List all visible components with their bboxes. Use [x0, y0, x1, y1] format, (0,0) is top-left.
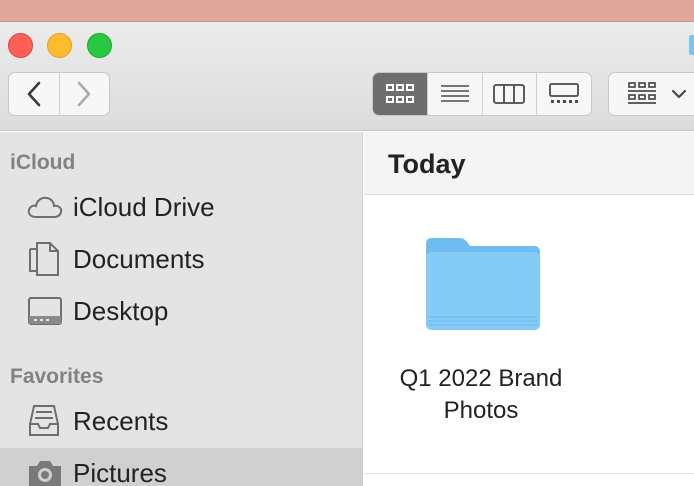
list-icon [440, 85, 469, 102]
folder-name: Q1 2022 Brand Photos [388, 363, 574, 427]
cut-off-toolbar-icon [689, 35, 694, 55]
sidebar: iCloud iCloud Drive Documents Desktop Fa… [0, 132, 363, 486]
sidebar-item-desktop[interactable]: Desktop [0, 286, 362, 336]
sidebar-item-label: Documents [73, 243, 205, 274]
sidebar-item-label: Recents [73, 405, 169, 436]
column-view-button[interactable] [481, 73, 537, 115]
group-by-button[interactable] [608, 72, 694, 116]
folder-name-line: Photos [443, 397, 519, 424]
sidebar-item-label: Pictures [73, 457, 167, 486]
chevron-down-icon [671, 89, 687, 99]
minimize-window-button[interactable] [47, 33, 72, 58]
divider [364, 473, 694, 474]
gallery-icon [549, 83, 580, 103]
file-browser-content: Today Q1 2022 Brand Photos [364, 132, 694, 486]
close-window-button[interactable] [8, 33, 33, 58]
group-header: Today [364, 132, 694, 195]
sidebar-item-recents[interactable]: Recents [0, 396, 362, 446]
desktop-icon [27, 293, 65, 329]
group-grid-icon [628, 82, 656, 104]
sidebar-section-favorites: Favorites [10, 365, 104, 388]
camera-icon [27, 455, 65, 486]
icon-view-button[interactable] [373, 73, 427, 115]
sidebar-item-label: iCloud Drive [73, 191, 215, 222]
folder-item[interactable]: Q1 2022 Brand Photos [388, 232, 574, 432]
back-button[interactable] [9, 73, 59, 115]
gallery-view-button[interactable] [536, 73, 591, 115]
group-title: Today [388, 149, 466, 179]
forward-button[interactable] [58, 73, 110, 115]
chevron-right-icon [77, 81, 91, 107]
list-view-button[interactable] [426, 73, 482, 115]
sidebar-item-label: Desktop [73, 295, 169, 326]
columns-icon [493, 84, 526, 104]
sidebar-section-icloud: iCloud [10, 151, 76, 174]
sidebar-item-documents[interactable]: Documents [0, 234, 362, 284]
desktop-background-strip [0, 0, 694, 22]
folder-name-line: Q1 2022 Brand [399, 365, 563, 392]
sidebar-item-icloud-drive[interactable]: iCloud Drive [0, 182, 362, 232]
document-icon [27, 241, 65, 277]
recents-icon [27, 403, 65, 439]
view-mode-control [372, 72, 592, 116]
zoom-window-button[interactable] [87, 33, 112, 58]
cloud-icon [27, 189, 65, 225]
folder-icon [426, 238, 540, 330]
navigation-buttons [8, 72, 110, 116]
chevron-left-icon [27, 81, 41, 107]
sidebar-item-pictures[interactable]: Pictures [0, 448, 362, 486]
finder-toolbar [0, 22, 694, 131]
grid-icon [385, 84, 414, 103]
